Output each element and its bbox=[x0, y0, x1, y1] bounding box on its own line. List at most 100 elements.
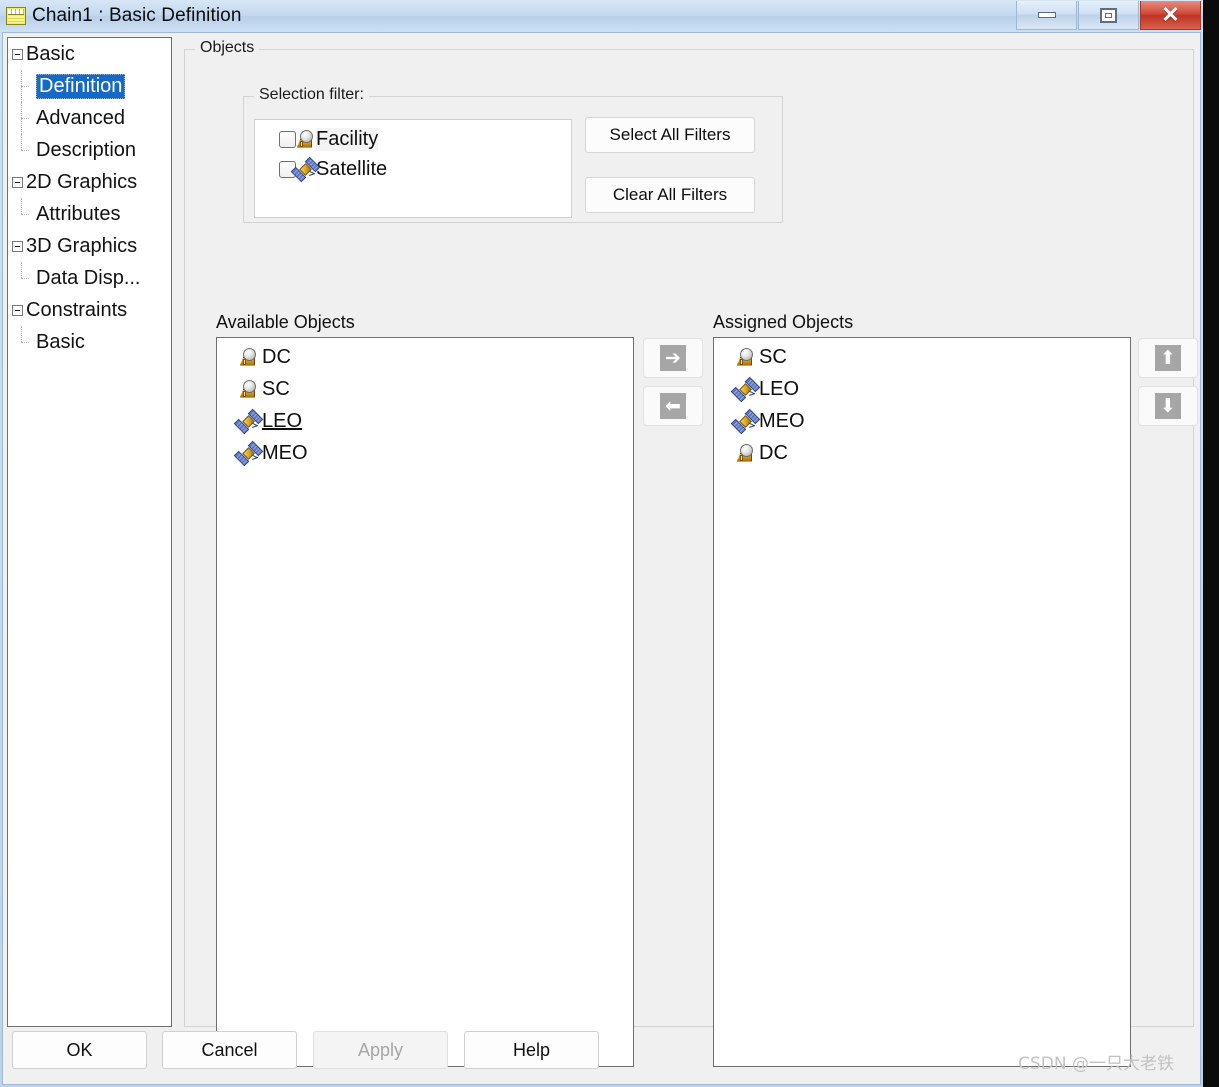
tree-item-label: Data Disp... bbox=[36, 266, 141, 289]
arrow-right-icon: ➔ bbox=[660, 345, 686, 371]
maximize-icon bbox=[1100, 7, 1117, 23]
tree-item-label: Description bbox=[36, 138, 137, 161]
application-root: Chain1 : Basic Definition ✕ Basic Definit… bbox=[0, 0, 1219, 1087]
tree-indent-guide bbox=[12, 198, 36, 230]
list-item[interactable]: MEO bbox=[714, 405, 1130, 437]
filter-label: Facility bbox=[316, 127, 379, 151]
move-up-button[interactable]: ⬆ bbox=[1138, 338, 1198, 378]
move-down-button[interactable]: ⬇ bbox=[1138, 386, 1198, 426]
close-icon: ✕ bbox=[1161, 2, 1180, 27]
tree-collapse-icon[interactable] bbox=[12, 240, 23, 252]
list-item[interactable]: DC bbox=[714, 437, 1130, 469]
arrow-down-icon: ⬇ bbox=[1155, 393, 1181, 419]
arrow-up-icon: ⬆ bbox=[1155, 345, 1181, 371]
cancel-button[interactable]: Cancel bbox=[162, 1031, 297, 1069]
tree-collapse-icon[interactable] bbox=[12, 48, 23, 60]
maximize-button[interactable] bbox=[1078, 1, 1139, 30]
list-item-label: LEO bbox=[759, 377, 800, 400]
list-item-label: MEO bbox=[759, 409, 805, 432]
list-item-label: DC bbox=[262, 345, 291, 368]
satellite-icon bbox=[233, 440, 264, 466]
facility-icon bbox=[736, 443, 755, 463]
selection-filter-title: Selection filter: bbox=[254, 86, 369, 104]
tree-indent-guide bbox=[12, 326, 36, 358]
dialog-button-bar: OK Cancel Apply Help bbox=[3, 1027, 1202, 1084]
tree-item-label: Definition bbox=[36, 73, 126, 99]
satellite-icon bbox=[730, 376, 761, 402]
select-all-filters-button[interactable]: Select All Filters bbox=[585, 117, 755, 153]
assigned-objects-label: Assigned Objects bbox=[713, 312, 854, 332]
list-item-label: LEO bbox=[262, 409, 303, 432]
filter-row[interactable]: Facility bbox=[255, 124, 571, 154]
minimize-icon bbox=[1037, 12, 1056, 18]
list-item[interactable]: MEO bbox=[217, 437, 633, 469]
list-item[interactable]: LEO bbox=[714, 373, 1130, 405]
close-button[interactable]: ✕ bbox=[1140, 1, 1201, 30]
filter-label: Satellite bbox=[316, 157, 388, 180]
tree-item-label: 2D Graphics bbox=[26, 170, 138, 193]
assign-object-button[interactable]: ➔ bbox=[643, 338, 703, 378]
tree-indent-guide bbox=[12, 70, 36, 102]
facility-icon bbox=[239, 379, 258, 399]
apply-button[interactable]: Apply bbox=[313, 1031, 448, 1069]
tree-item-2d-graphics[interactable]: 2D Graphics bbox=[8, 166, 171, 198]
tree-item-label: Attributes bbox=[36, 202, 121, 225]
main-content: Objects Selection filter: Facility Satell… bbox=[178, 37, 1198, 1067]
satellite-icon bbox=[290, 156, 321, 182]
filter-checkbox-facility[interactable] bbox=[279, 130, 296, 148]
list-item-label: DC bbox=[759, 441, 788, 464]
list-item[interactable]: LEO bbox=[217, 405, 633, 437]
tree-indent-guide bbox=[12, 102, 36, 134]
ok-button[interactable]: OK bbox=[12, 1031, 147, 1069]
assigned-objects-list[interactable]: SC LEO MEO DC bbox=[713, 337, 1131, 1067]
list-item-label: SC bbox=[759, 345, 787, 368]
tree-collapse-icon[interactable] bbox=[12, 304, 23, 316]
tree-item-description[interactable]: Description bbox=[8, 134, 171, 166]
chain-document-icon bbox=[6, 7, 26, 25]
navigation-tree[interactable]: Basic Definition Advanced Description 2D Gra… bbox=[7, 37, 172, 1027]
clear-all-filters-button[interactable]: Clear All Filters bbox=[585, 177, 755, 213]
selection-filter-list[interactable]: Facility Satellite bbox=[254, 119, 572, 218]
tree-item-label: Basic bbox=[26, 42, 75, 65]
available-objects-label: Available Objects bbox=[216, 312, 355, 332]
tree-collapse-icon[interactable] bbox=[12, 176, 23, 188]
title-bar[interactable]: Chain1 : Basic Definition ✕ bbox=[0, 0, 1203, 32]
tree-item-constraints[interactable]: Constraints bbox=[8, 294, 171, 326]
dialog-window: Chain1 : Basic Definition ✕ Basic Definit… bbox=[0, 0, 1203, 1087]
available-objects-list[interactable]: DC SC LEO MEO bbox=[216, 337, 634, 1067]
list-item[interactable]: SC bbox=[217, 373, 633, 405]
arrow-left-icon: ⬅ bbox=[660, 393, 686, 419]
list-item[interactable]: SC bbox=[714, 341, 1130, 373]
facility-icon bbox=[736, 347, 755, 367]
tree-item-attributes[interactable]: Attributes bbox=[8, 198, 171, 230]
tree-indent-guide bbox=[12, 262, 36, 294]
satellite-icon bbox=[730, 408, 761, 434]
window-title: Chain1 : Basic Definition bbox=[32, 5, 242, 26]
selection-filter-group: Selection filter: Facility Satellite Sele… bbox=[243, 86, 783, 223]
tree-item-definition[interactable]: Definition bbox=[8, 70, 171, 102]
dialog-client-area: Basic Definition Advanced Description 2D Gra… bbox=[2, 32, 1201, 1085]
tree-item-label: 3D Graphics bbox=[26, 234, 138, 257]
tree-indent-guide bbox=[12, 134, 36, 166]
list-item-label: MEO bbox=[262, 441, 308, 464]
tree-item-label: Basic bbox=[36, 330, 85, 353]
filter-row[interactable]: Satellite bbox=[255, 154, 571, 184]
tree-item-advanced[interactable]: Advanced bbox=[8, 102, 171, 134]
facility-icon bbox=[296, 129, 315, 149]
tree-item-3d-graphics[interactable]: 3D Graphics bbox=[8, 230, 171, 262]
satellite-icon bbox=[233, 408, 264, 434]
help-button[interactable]: Help bbox=[464, 1031, 599, 1069]
caption-buttons: ✕ bbox=[1015, 1, 1201, 30]
tree-item-label: Advanced bbox=[36, 106, 125, 129]
tree-item-label: Constraints bbox=[26, 298, 128, 321]
list-item[interactable]: DC bbox=[217, 341, 633, 373]
objects-group: Objects Selection filter: Facility Satell… bbox=[184, 39, 1198, 1067]
unassign-object-button[interactable]: ⬅ bbox=[643, 386, 703, 426]
tree-item-basic[interactable]: Basic bbox=[8, 38, 171, 70]
list-item-label: SC bbox=[262, 377, 290, 400]
objects-group-title: Objects bbox=[195, 39, 260, 57]
minimize-button[interactable] bbox=[1016, 1, 1077, 30]
tree-item-data-disp[interactable]: Data Disp... bbox=[8, 262, 171, 294]
tree-item-basic[interactable]: Basic bbox=[8, 326, 171, 358]
facility-icon bbox=[239, 347, 258, 367]
